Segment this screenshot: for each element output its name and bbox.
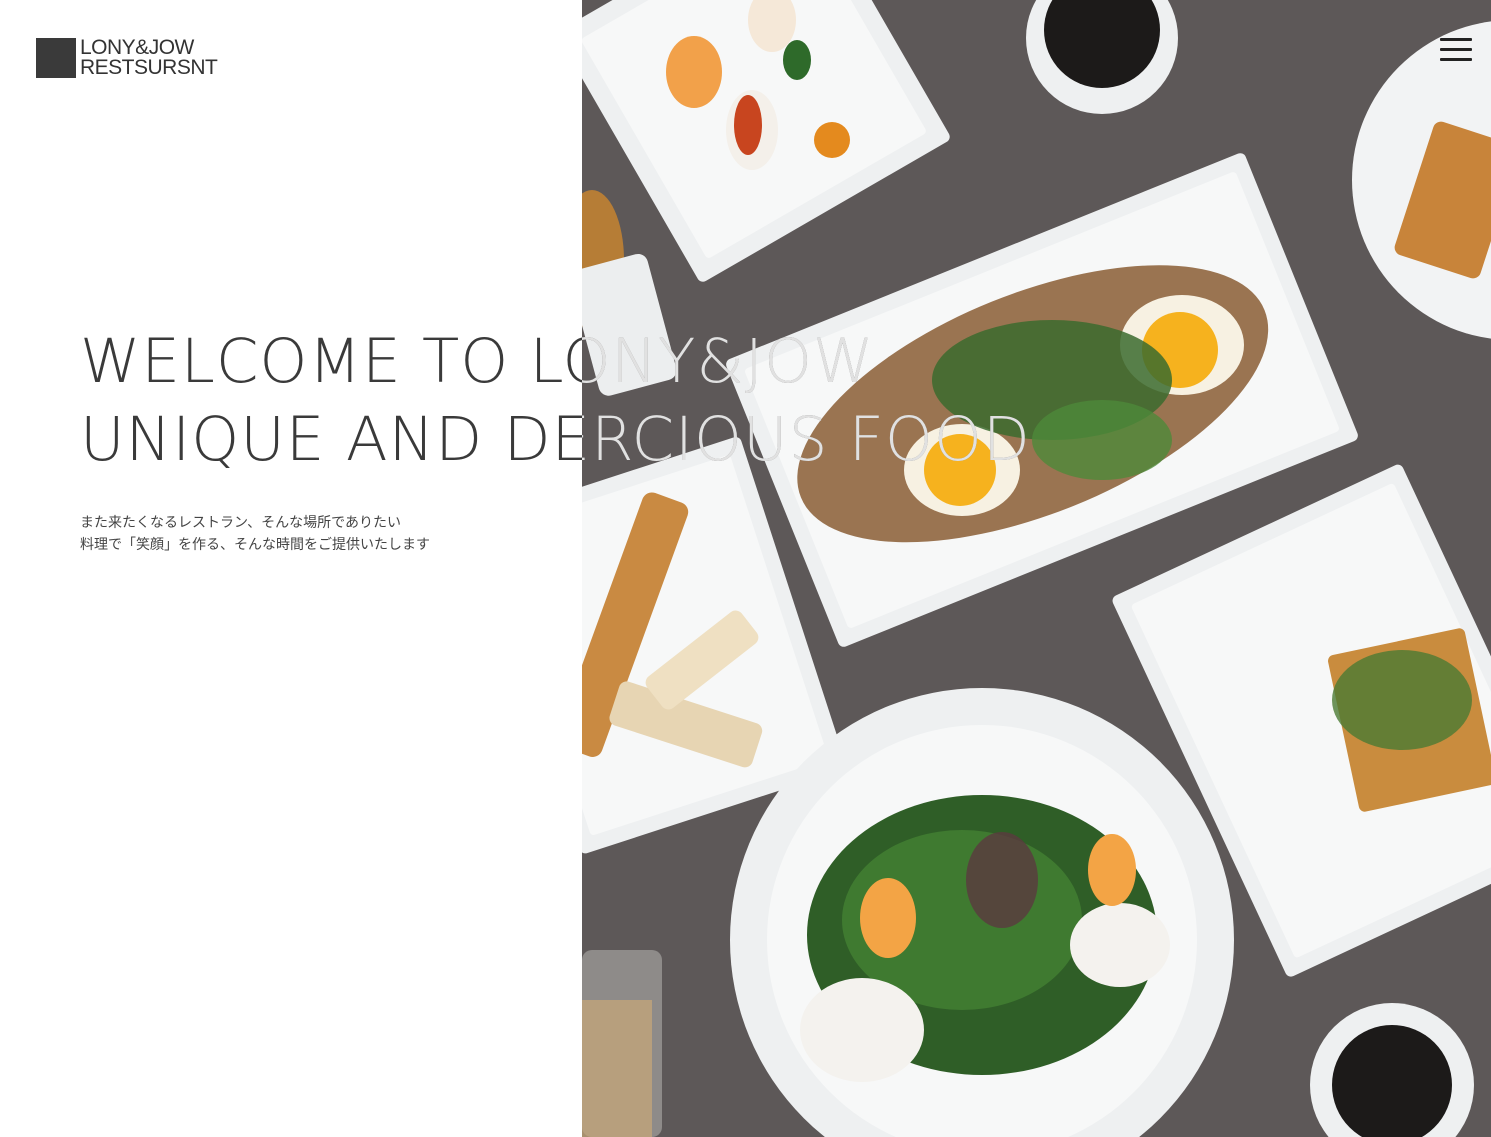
food-table-illustration bbox=[582, 0, 1491, 1137]
logo-line-1: LONY&JOW bbox=[80, 36, 194, 59]
tagline-line-1: また来たくなるレストラン、そんな場所でありたい bbox=[80, 515, 402, 531]
hamburger-menu-icon[interactable] bbox=[1440, 38, 1472, 68]
logo-mark-icon bbox=[36, 38, 76, 78]
tagline-line-2: 料理で「笑顔」を作る、そんな時間をご提供いたします bbox=[80, 537, 430, 553]
hero-tagline: また来たくなるレストラン、そんな場所でありたい 料理で「笑顔」を作る、そんな時間… bbox=[80, 512, 430, 556]
hero-food-photo bbox=[582, 0, 1491, 1137]
menu-bar-3 bbox=[1440, 58, 1472, 61]
left-panel bbox=[0, 0, 582, 1137]
menu-bar-1 bbox=[1440, 38, 1472, 41]
site-logo[interactable]: LONY&JOW RESTSURSNT bbox=[36, 36, 218, 79]
logo-line-2: RESTSURSNT bbox=[80, 56, 218, 79]
logo-text: LONY&JOW RESTSURSNT bbox=[80, 36, 218, 79]
menu-bar-2 bbox=[1440, 48, 1472, 51]
